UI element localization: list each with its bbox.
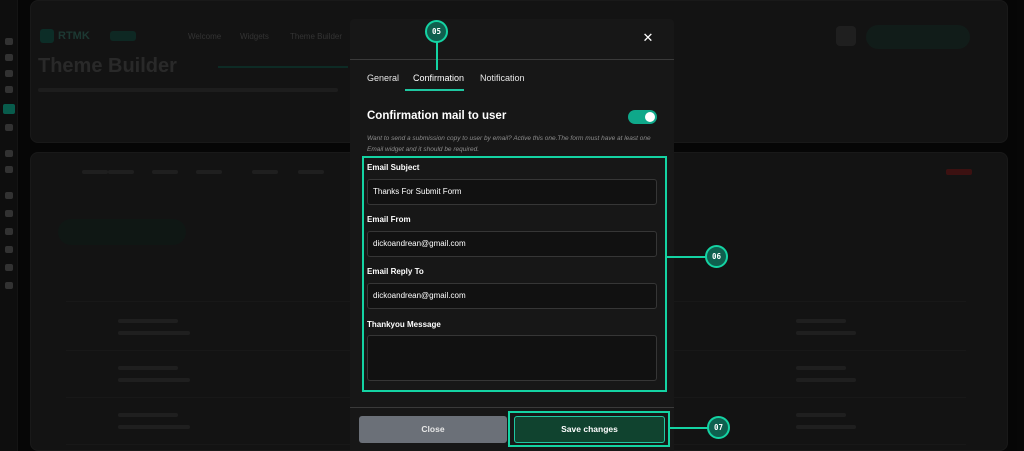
annotation-line (670, 427, 708, 429)
annotation-badge-05: 05 (425, 20, 448, 43)
save-highlight (508, 411, 670, 447)
tab-notification[interactable]: Notification (480, 73, 525, 83)
annotation-line (436, 40, 438, 70)
annotation-badge-06: 06 (705, 245, 728, 268)
tab-general[interactable]: General (367, 73, 399, 83)
toggle-knob (645, 112, 655, 122)
annotation-badge-07: 07 (707, 416, 730, 439)
modal-footer-divider (350, 407, 674, 408)
annotation-line (667, 256, 707, 258)
close-icon[interactable]: ✕ (640, 30, 656, 46)
active-tab-indicator (405, 89, 464, 91)
fields-highlight (362, 156, 667, 392)
confirmation-mail-toggle[interactable] (628, 110, 657, 124)
section-description: Want to send a submission copy to user b… (367, 135, 651, 153)
close-button[interactable]: Close (359, 416, 507, 443)
modal-divider (350, 59, 674, 60)
section-title: Confirmation mail to user (367, 110, 507, 122)
tab-confirmation[interactable]: Confirmation (413, 73, 464, 83)
